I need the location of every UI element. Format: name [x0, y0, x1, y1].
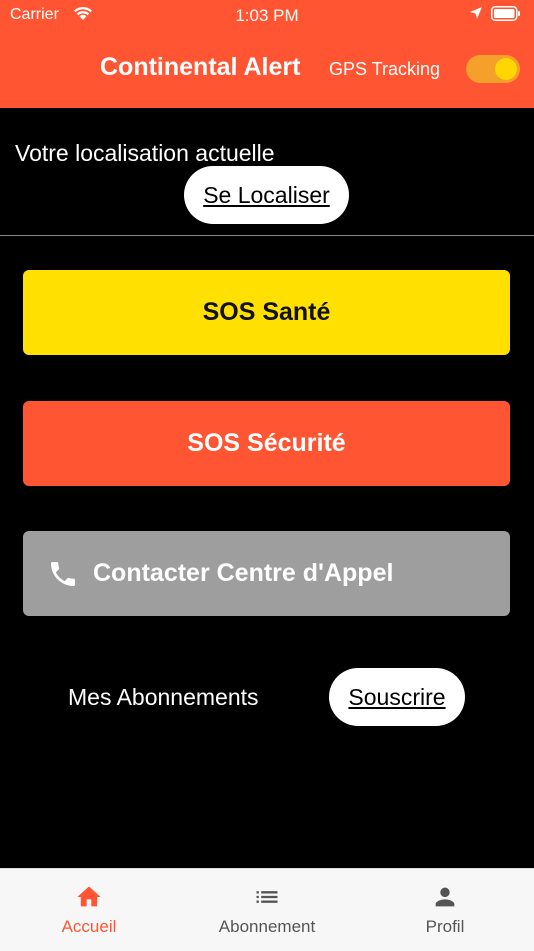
app-title: Continental Alert — [100, 53, 301, 81]
phone-icon — [51, 561, 75, 586]
tab-label: Abonnement — [218, 917, 316, 936]
tab-bar: Accueil Abonnement Profil — [0, 868, 534, 951]
gps-tracking-toggle[interactable] — [466, 55, 520, 83]
status-time: 1:03 PM — [235, 6, 299, 25]
tab-abonnement[interactable]: Abonnement — [178, 869, 356, 951]
status-bar: Carrier 1:03 PM — [0, 0, 534, 30]
list-icon — [256, 891, 278, 903]
person-icon — [435, 887, 455, 907]
home-icon — [77, 886, 101, 907]
locate-button[interactable]: Se Localiser — [184, 166, 349, 224]
tab-accueil[interactable]: Accueil — [0, 869, 178, 951]
app-header: Carrier 1:03 PM Continental Alert GPS Tr… — [0, 0, 534, 108]
sos-securite-button[interactable]: SOS Sécurité — [23, 401, 510, 486]
app-screen: Carrier 1:03 PM Continental Alert GPS Tr… — [0, 0, 534, 951]
battery-icon — [491, 6, 520, 21]
toggle-knob — [495, 58, 517, 80]
subscriptions-label: Mes Abonnements — [68, 684, 259, 710]
location-section: Votre localisation actuelle Se Localiser — [0, 108, 534, 236]
tab-label: Accueil — [61, 917, 117, 936]
call-center-button[interactable]: Contacter Centre d'Appel — [23, 531, 510, 616]
subscribe-button[interactable]: Souscrire — [329, 668, 465, 726]
location-arrow-icon — [470, 7, 482, 19]
gps-tracking-label: GPS Tracking — [329, 59, 441, 79]
current-location-label: Votre localisation actuelle — [15, 140, 275, 166]
tab-profil[interactable]: Profil — [356, 869, 534, 951]
section-divider — [0, 235, 534, 236]
tab-label: Profil — [425, 917, 465, 936]
call-center-label: Contacter Centre d'Appel — [93, 559, 394, 587]
sos-sante-button[interactable]: SOS Santé — [23, 270, 510, 355]
